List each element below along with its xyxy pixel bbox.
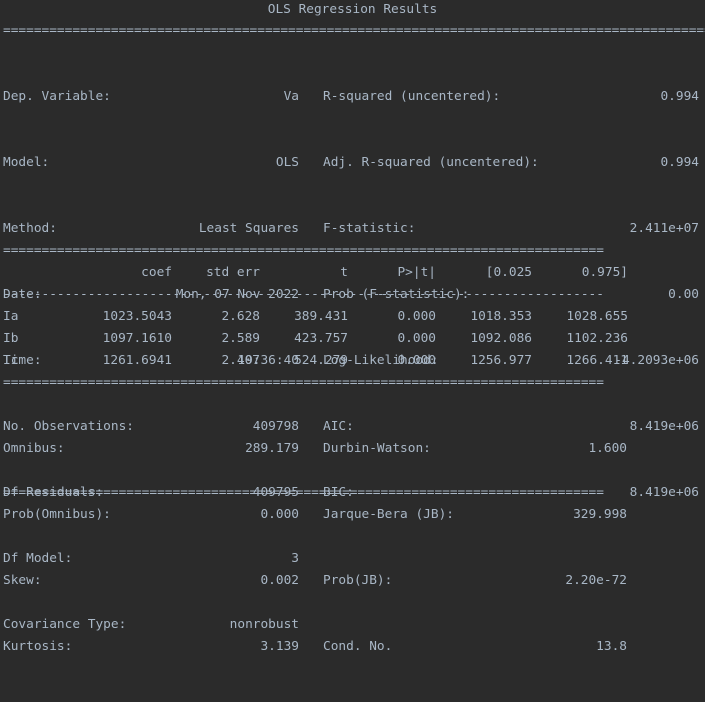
diag-value: 1.600 bbox=[588, 441, 627, 456]
bottom-double-rule: ========================================… bbox=[3, 485, 604, 500]
diag-value: 289.179 bbox=[245, 441, 299, 456]
coef-header: coef bbox=[141, 265, 172, 280]
coef-cell: 1097.1610 bbox=[102, 331, 172, 346]
row-name: Ia bbox=[3, 309, 19, 324]
diag-label: Jarque-Bera (JB): bbox=[323, 507, 454, 522]
coef-cell: 2.407 bbox=[221, 353, 260, 368]
diag-value: 0.002 bbox=[260, 573, 299, 588]
row-name: Ic bbox=[3, 353, 19, 368]
coef-cell: 1023.5043 bbox=[102, 309, 172, 324]
diag-label: Omnibus: bbox=[3, 441, 65, 456]
diag-label: Durbin-Watson: bbox=[323, 441, 431, 456]
summary-label: F-statistic: bbox=[323, 221, 416, 236]
diag-label: Prob(JB): bbox=[323, 573, 393, 588]
summary-value: 2.411e+07 bbox=[629, 221, 699, 236]
diag-label: Cond. No. bbox=[323, 639, 393, 654]
coef-cell: 1092.086 bbox=[470, 331, 532, 346]
ols-results-output: { "title": "OLS Regression Results", "ru… bbox=[0, 0, 705, 654]
coef-cell: 0.000 bbox=[397, 309, 436, 324]
diag-label: Prob(Omnibus): bbox=[3, 507, 111, 522]
results-title: OLS Regression Results bbox=[267, 2, 438, 17]
coef-header: P>|t| bbox=[397, 265, 436, 280]
row-name: Ib bbox=[3, 331, 19, 346]
coef-cell: 1261.6941 bbox=[102, 353, 172, 368]
summary-label: Dep. Variable: bbox=[3, 89, 111, 104]
summary-value: Va bbox=[283, 89, 299, 104]
diag-top-double-rule: ========================================… bbox=[3, 375, 604, 390]
coef-cell: 1028.655 bbox=[566, 309, 628, 324]
diag-right-values: 1.600 329.998 2.20e-72 13.8 bbox=[478, 394, 627, 702]
summary-value: OLS bbox=[275, 155, 299, 170]
summary-label: Adj. R-squared (uncentered): bbox=[323, 155, 539, 170]
coef-top-double-rule: ========================================… bbox=[3, 243, 604, 258]
diag-value: 0.000 bbox=[260, 507, 299, 522]
coef-cell: 423.757 bbox=[294, 331, 348, 346]
diag-value: 13.8 bbox=[596, 639, 627, 654]
summary-value: 0.994 bbox=[660, 89, 699, 104]
diag-left-labels: Omnibus: Prob(Omnibus): Skew: Kurtosis: bbox=[3, 394, 111, 702]
summary-label: Model: bbox=[3, 155, 50, 170]
summary-label: Method: bbox=[3, 221, 57, 236]
top-double-rule: ========================================… bbox=[3, 23, 705, 38]
summary-value: 0.994 bbox=[660, 155, 699, 170]
coef-cell: 2.628 bbox=[221, 309, 260, 324]
diag-right-labels: Durbin-Watson: Jarque-Bera (JB): Prob(JB… bbox=[323, 394, 454, 702]
coef-cell: 389.431 bbox=[294, 309, 348, 324]
coef-header: 0.975] bbox=[581, 265, 628, 280]
coef-header: t bbox=[340, 265, 348, 280]
coef-cell: 1018.353 bbox=[470, 309, 532, 324]
coef-cell: 1266.411 bbox=[566, 353, 628, 368]
diag-value: 329.998 bbox=[573, 507, 627, 522]
summary-label: R-squared (uncentered): bbox=[323, 89, 501, 104]
diag-label: Skew: bbox=[3, 573, 42, 588]
coef-cell: 1256.977 bbox=[470, 353, 532, 368]
coef-cell: 0.000 bbox=[397, 353, 436, 368]
diag-value: 3.139 bbox=[260, 639, 299, 654]
coef-header: [0.025 bbox=[485, 265, 532, 280]
diag-value: 2.20e-72 bbox=[565, 573, 627, 588]
diag-label: Kurtosis: bbox=[3, 639, 73, 654]
summary-value: Least Squares bbox=[198, 221, 299, 236]
coef-cell: 0.000 bbox=[397, 331, 436, 346]
coef-single-rule: ----------------------------------------… bbox=[3, 287, 604, 302]
coef-cell: 524.279 bbox=[294, 353, 348, 368]
coef-header: std err bbox=[206, 265, 260, 280]
coef-cell: 1102.236 bbox=[566, 331, 628, 346]
diag-left-values: 289.179 0.000 0.002 3.139 bbox=[150, 394, 299, 702]
coef-cell: 2.589 bbox=[221, 331, 260, 346]
